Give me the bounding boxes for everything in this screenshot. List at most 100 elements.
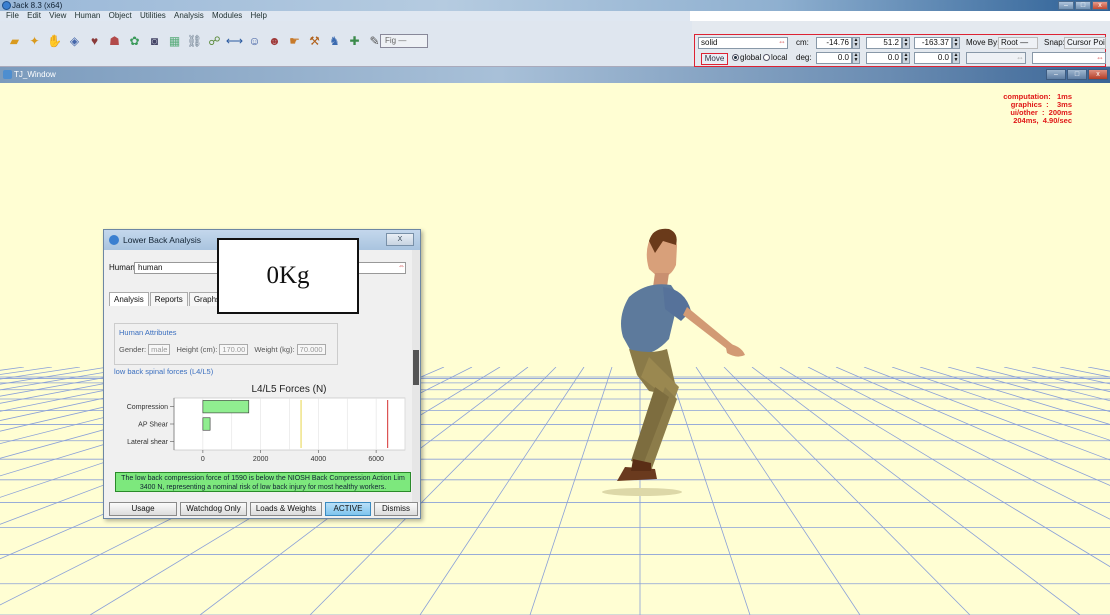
grid-line-depth — [947, 367, 1110, 412]
toolbar-icons: ▰ ✦ ✋ ◈ ♥ ☗ ✿ ◙ ▦ ⛓ ☍ ⟷ ☺ ☻ ☛ ⚒ ♞ ✚ ✎ — [6, 32, 383, 49]
grid-line-depth — [835, 367, 1110, 486]
dismiss-button[interactable]: Dismiss — [374, 502, 418, 516]
menu-view[interactable]: View — [49, 11, 66, 20]
deg-z-field[interactable]: 0.0 — [914, 52, 952, 64]
active-button[interactable]: ACTIVE — [325, 502, 371, 516]
human-delete-icon[interactable]: ☻ — [266, 32, 283, 49]
menu-human[interactable]: Human — [75, 11, 101, 20]
deg-z-stepper[interactable]: ▲ ▼ — [952, 52, 960, 64]
snap-label: Snap: — [1044, 38, 1065, 47]
grid-line-depth — [779, 367, 1110, 568]
hierarchy-icon[interactable]: ▦ — [166, 32, 183, 49]
watchdog-only-button[interactable]: Watchdog Only — [180, 502, 247, 516]
viewport-title: TJ_Window — [14, 70, 56, 79]
color-wheel-icon[interactable]: ✿ — [126, 32, 143, 49]
human-figure[interactable] — [545, 227, 770, 502]
tab-analysis[interactable]: Analysis — [109, 292, 149, 306]
menu-modules[interactable]: Modules — [212, 11, 242, 20]
menu-utilities[interactable]: Utilities — [140, 11, 166, 20]
viewport-minimize-icon[interactable]: – — [1046, 69, 1066, 80]
posture-icon[interactable]: ✚ — [346, 32, 363, 49]
human-add-icon[interactable]: ☺ — [246, 32, 263, 49]
cm-x-field[interactable]: -14.76 — [816, 37, 852, 49]
deg-x-stepper[interactable]: ▲ ▼ — [852, 52, 860, 64]
global-radio[interactable]: global — [732, 52, 761, 64]
move-by-target-arrow-icon[interactable]: ⇔ — [1016, 52, 1024, 64]
camera-icon[interactable]: ◙ — [146, 32, 163, 49]
deg-y-stepper[interactable]: ▲ ▼ — [902, 52, 910, 64]
torso-icon[interactable]: ♥ — [86, 32, 103, 49]
menu-edit[interactable]: Edit — [27, 11, 41, 20]
deg-x-field[interactable]: 0.0 — [816, 52, 852, 64]
chart-bar — [202, 400, 250, 414]
menu-object[interactable]: Object — [109, 11, 132, 20]
snap-target-arrow-icon[interactable]: ⇔ — [1096, 52, 1104, 64]
figure-shadow — [602, 488, 682, 496]
menu-help[interactable]: Help — [251, 11, 267, 20]
dialog-scroll-thumb[interactable] — [413, 350, 419, 385]
dialog-close-button[interactable]: X — [386, 233, 414, 246]
grid-line-depth — [0, 367, 53, 375]
maximize-icon[interactable]: □ — [1075, 1, 1091, 10]
fig-dropdown[interactable]: Fig — — [380, 34, 428, 48]
loads-weights-button[interactable]: Loads & Weights — [250, 502, 322, 516]
chart-x-tick-label: 2000 — [253, 456, 269, 463]
grid-line-depth — [863, 367, 1110, 461]
lift-icon[interactable]: ⚒ — [306, 32, 323, 49]
walk-icon[interactable]: ♞ — [326, 32, 343, 49]
close-icon[interactable]: x — [1092, 1, 1108, 10]
ruler-icon[interactable]: ⟷ — [226, 32, 243, 49]
viewport-maximize-icon[interactable]: □ — [1067, 69, 1087, 80]
cm-y-stepper[interactable]: ▲ ▼ — [902, 37, 910, 49]
figure-icon[interactable]: ◈ — [66, 32, 83, 49]
cm-z-stepper[interactable]: ▲ ▼ — [952, 37, 960, 49]
grid-line-depth — [1087, 367, 1110, 372]
cm-y-field[interactable]: 51.2 — [866, 37, 902, 49]
weight-label: Weight (kg): — [254, 345, 295, 354]
shape-mode-arrow-icon[interactable]: ⇔ — [778, 36, 786, 48]
grid-line-depth — [751, 367, 1081, 615]
human-attributes-row: Gender: male Height (cm): 170.00 Weight (k… — [119, 344, 330, 355]
hand-icon[interactable]: ✋ — [46, 32, 63, 49]
human-select-arrow-icon[interactable]: ⇔ — [398, 263, 408, 273]
snap-dropdown[interactable]: Cursor Point — [1064, 37, 1106, 49]
figure-hand — [725, 343, 745, 357]
shape-mode-field[interactable]: solid — [698, 37, 788, 49]
snap-target-field[interactable] — [1032, 52, 1106, 64]
minimize-icon[interactable]: – — [1058, 1, 1074, 10]
cm-x-stepper[interactable]: ▲ ▼ — [852, 37, 860, 49]
dialog-title: Lower Back Analysis — [123, 235, 201, 245]
deg-y-field[interactable]: 0.0 — [866, 52, 902, 64]
chart-x-tick-label: 0 — [201, 456, 205, 463]
grid-line-depth — [1059, 367, 1110, 378]
chart-title: L4/L5 Forces (N) — [251, 384, 326, 395]
menu-analysis[interactable]: Analysis — [174, 11, 204, 20]
move-by-dropdown[interactable]: Root — — [998, 37, 1038, 49]
grid-line-depth — [1003, 367, 1110, 393]
weight-field: 70.000 — [296, 344, 326, 355]
sparkle-icon[interactable]: ✦ — [26, 32, 43, 49]
chart-category-label: AP Shear — [138, 422, 169, 429]
height-field: 170.00 — [219, 344, 249, 355]
dialog-scrollbar[interactable] — [412, 250, 420, 502]
move-button[interactable]: Move — [701, 53, 728, 65]
grid-line-depth — [807, 367, 1110, 520]
figure-arm — [683, 307, 733, 349]
dialog-tabs: Analysis Reports Graphs — [109, 292, 226, 306]
gender-label: Gender: — [119, 345, 147, 354]
open-folder-icon[interactable]: ▰ — [6, 32, 23, 49]
dialog-button-bar: Usage Watchdog Only Loads & Weights ACTI… — [109, 502, 418, 516]
cm-z-field[interactable]: -163.37 — [914, 37, 952, 49]
local-radio[interactable]: local — [763, 52, 787, 64]
human-attributes-group: Human Attributes Gender: male Height (cm)… — [114, 323, 338, 365]
viewport-window-controls: – □ x — [1046, 69, 1108, 80]
grasp-icon[interactable]: ☛ — [286, 32, 303, 49]
tab-reports[interactable]: Reports — [149, 292, 188, 306]
menu-file[interactable]: File — [6, 11, 19, 20]
lock-icon[interactable]: ⛓ — [186, 32, 203, 49]
usage-button[interactable]: Usage — [109, 502, 177, 516]
constraint-icon[interactable]: ☍ — [206, 32, 223, 49]
viewport-close-icon[interactable]: x — [1088, 69, 1108, 80]
body-icon[interactable]: ☗ — [106, 32, 123, 49]
grid-line-depth — [0, 367, 25, 371]
